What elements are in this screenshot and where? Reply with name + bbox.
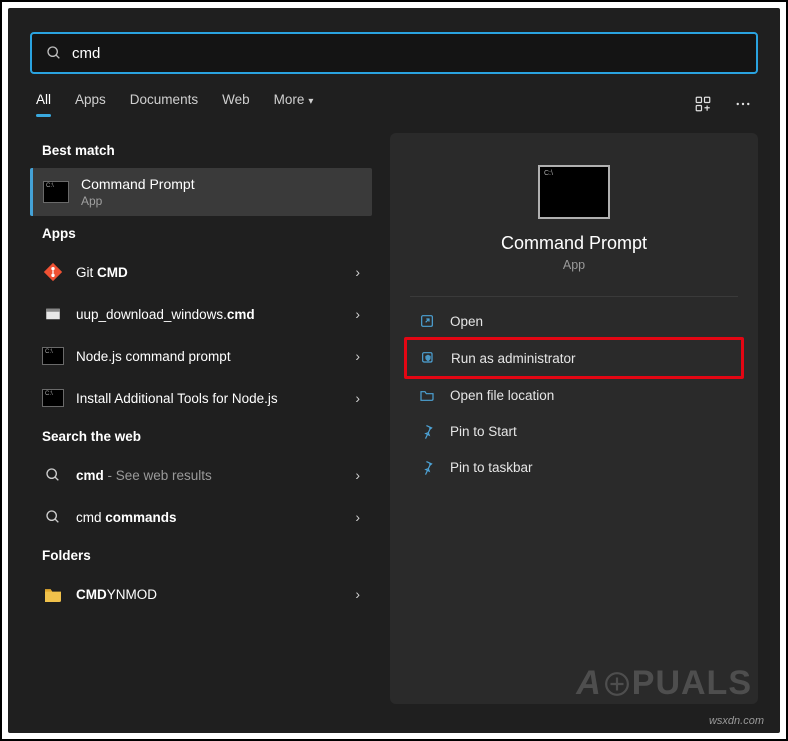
tab-more-label: More: [274, 92, 305, 107]
action-label: Open file location: [450, 388, 554, 403]
cmd-thumbnail-icon: C:\: [43, 181, 69, 203]
app-result-item[interactable]: uup_download_windows.cmd ›: [30, 293, 372, 335]
folder-result-item[interactable]: CMDYNMOD ›: [30, 573, 372, 615]
chevron-right-icon: ›: [355, 306, 360, 322]
search-icon: [46, 45, 62, 61]
chevron-right-icon: ›: [355, 509, 360, 525]
action-open-file-location[interactable]: Open file location: [406, 377, 742, 413]
tab-apps[interactable]: Apps: [75, 92, 106, 115]
preview-subtitle: App: [406, 258, 742, 272]
app-result-label: Node.js command prompt: [76, 349, 343, 364]
web-result-item[interactable]: cmd commands ›: [30, 496, 372, 538]
file-icon: [42, 303, 64, 325]
pin-icon: [418, 458, 436, 476]
best-match-title: Command Prompt: [81, 176, 195, 192]
app-result-item[interactable]: Git CMD ›: [30, 251, 372, 293]
app-result-label: Install Additional Tools for Node.js: [76, 391, 343, 406]
terminal-icon: C:\: [42, 345, 64, 367]
action-label: Open: [450, 314, 483, 329]
chevron-right-icon: ›: [355, 586, 360, 602]
folder-icon: [42, 583, 64, 605]
app-large-icon: C:\: [538, 165, 610, 219]
open-icon: [418, 312, 436, 330]
pin-icon: [418, 422, 436, 440]
chevron-down-icon: ▾: [308, 96, 313, 107]
action-label: Pin to Start: [450, 424, 517, 439]
app-result-item[interactable]: C:\ Install Additional Tools for Node.js…: [30, 377, 372, 419]
tab-row: All Apps Documents Web More▾: [30, 92, 758, 115]
section-folders-header: Folders: [42, 548, 372, 563]
app-grid-icon[interactable]: [694, 95, 712, 113]
best-match-item[interactable]: C:\ Command Prompt App: [30, 168, 372, 216]
best-match-subtitle: App: [81, 194, 195, 208]
tab-documents[interactable]: Documents: [130, 92, 198, 115]
more-icon[interactable]: [734, 95, 752, 113]
action-label: Run as administrator: [451, 351, 576, 366]
tab-all[interactable]: All: [36, 92, 51, 115]
folder-result-label: CMDYNMOD: [76, 587, 343, 602]
web-result-item[interactable]: cmd - See web results ›: [30, 454, 372, 496]
section-best-match-header: Best match: [42, 143, 372, 158]
search-query: cmd: [72, 45, 100, 62]
action-pin-to-start[interactable]: Pin to Start: [406, 413, 742, 449]
app-result-item[interactable]: C:\ Node.js command prompt ›: [30, 335, 372, 377]
chevron-right-icon: ›: [355, 467, 360, 483]
search-icon: [42, 464, 64, 486]
action-label: Pin to taskbar: [450, 460, 533, 475]
web-result-label: cmd commands: [76, 510, 343, 525]
chevron-right-icon: ›: [355, 348, 360, 364]
app-result-label: Git CMD: [76, 265, 343, 280]
section-apps-header: Apps: [42, 226, 372, 241]
attribution: wsxdn.com: [709, 715, 764, 727]
search-box[interactable]: cmd: [30, 32, 758, 74]
section-web-header: Search the web: [42, 429, 372, 444]
app-result-label: uup_download_windows.cmd: [76, 307, 343, 322]
admin-shield-icon: [419, 349, 437, 367]
tab-web[interactable]: Web: [222, 92, 250, 115]
action-run-as-administrator[interactable]: Run as administrator: [407, 340, 741, 376]
git-icon: [42, 261, 64, 283]
results-column: Best match C:\ Command Prompt App Apps G…: [30, 133, 372, 704]
preview-column: C:\ Command Prompt App Open Run as ad: [390, 133, 758, 704]
preview-title: Command Prompt: [406, 233, 742, 254]
chevron-right-icon: ›: [355, 264, 360, 280]
divider: [410, 296, 738, 297]
action-open[interactable]: Open: [406, 303, 742, 339]
tab-more[interactable]: More▾: [274, 92, 314, 115]
terminal-icon: C:\: [42, 387, 64, 409]
folder-outline-icon: [418, 386, 436, 404]
action-pin-to-taskbar[interactable]: Pin to taskbar: [406, 449, 742, 485]
search-icon: [42, 506, 64, 528]
web-result-label: cmd - See web results: [76, 468, 343, 483]
chevron-right-icon: ›: [355, 390, 360, 406]
